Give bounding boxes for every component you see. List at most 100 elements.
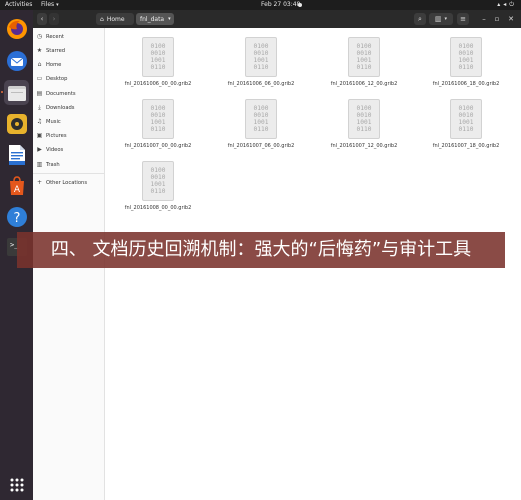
file-name: fnl_20161008_00_00.grib2 [124, 205, 192, 211]
binary-file-icon: 0100 0010 1001 0110 [142, 99, 174, 139]
sidebar-item-label: Desktop [46, 75, 68, 82]
power-icon: ⏻ [509, 1, 517, 8]
search-button[interactable]: ⌕ [414, 13, 426, 25]
file-name: fnl_20161006_12_00.grib2 [330, 81, 398, 87]
app-menu[interactable]: Files ▾ [41, 1, 59, 8]
svg-text:?: ? [13, 211, 20, 226]
chevron-down-icon: ▾ [56, 2, 59, 8]
search-icon: ⌕ [418, 14, 422, 23]
file-item[interactable]: 0100 0010 1001 0110 fnl_20161007_18_00.grib… [421, 90, 511, 150]
rhythmbox-icon [6, 113, 27, 134]
file-item[interactable]: 0100 0010 1001 0110 fnl_20161006_06_00.grib… [216, 28, 306, 88]
sidebar-item-videos[interactable]: ▶ Videos [33, 143, 104, 156]
home-icon: ⌂ [100, 15, 104, 23]
dock-firefox[interactable] [4, 16, 29, 41]
file-name: fnl_20161006_00_00.grib2 [124, 81, 192, 87]
downloads-icon: ⤓ [38, 103, 41, 111]
star-icon: ★ [36, 47, 43, 54]
sidebar-item-starred[interactable]: ★ Starred [33, 44, 104, 57]
clock[interactable]: Feb 27 03:48 [261, 1, 300, 8]
sidebar-item-pictures[interactable]: ▣ Pictures [33, 129, 104, 142]
sidebar-item-label: Other Locations [46, 179, 88, 186]
sidebar-item-label: Recent [46, 33, 64, 40]
breadcrumb-current-label: fnl_data [140, 15, 165, 23]
notification-dot-icon [298, 3, 302, 7]
file-item[interactable]: 0100 0010 1001 0110 fnl_20161006_00_00.grib… [113, 28, 203, 88]
menu-button[interactable]: ≡ [457, 13, 469, 25]
maximize-icon: ▫ [494, 15, 500, 23]
file-name: fnl_20161006_06_00.grib2 [227, 81, 295, 87]
system-menu[interactable]: ▴◂⏻ [497, 1, 517, 9]
sidebar-item-music[interactable]: ♫ Music [33, 115, 104, 128]
binary-file-icon: 0100 0010 1001 0110 [450, 99, 482, 139]
desktop-icon: ▭ [36, 75, 43, 82]
file-item[interactable]: 0100 0010 1001 0110 fnl_20161007_00_00.grib… [113, 90, 203, 150]
file-name: fnl_20161006_18_00.grib2 [432, 81, 500, 87]
svg-text:A: A [13, 185, 20, 195]
sidebar-item-label: Downloads [46, 104, 75, 111]
help-icon: ? [6, 206, 27, 227]
trash-icon: ▥ [36, 161, 43, 168]
ubuntu-software-icon: A [9, 175, 24, 195]
forward-button[interactable]: › [49, 13, 59, 25]
title-banner: 四、 文档历史回溯机制：强大的“后悔药”与审计工具 [17, 232, 505, 268]
plus-icon: + [36, 179, 43, 186]
sidebar-divider [33, 173, 104, 174]
top-bar: Activities Files ▾ Feb 27 03:48 ▴◂⏻ [0, 0, 521, 10]
videos-icon: ▶ [37, 146, 42, 153]
sidebar-item-label: Pictures [46, 132, 67, 139]
activities-button[interactable]: Activities [5, 1, 32, 8]
close-button[interactable]: ✕ [506, 14, 516, 24]
documents-icon: ▤ [36, 90, 43, 97]
binary-file-icon: 0100 0010 1001 0110 [245, 99, 277, 139]
breadcrumb-home[interactable]: ⌂ Home [96, 13, 134, 25]
dock-ubuntu-software[interactable]: A [4, 173, 29, 198]
file-item[interactable]: 0100 0010 1001 0110 fnl_20161008_00_00.grib… [113, 152, 203, 212]
file-item[interactable]: 0100 0010 1001 0110 fnl_20161007_12_00.grib… [319, 90, 409, 150]
breadcrumb-current[interactable]: fnl_data ▾ [136, 13, 174, 25]
sidebar-item-label: Documents [46, 90, 76, 97]
sidebar-item-desktop[interactable]: ▭ Desktop [33, 72, 104, 85]
chevron-right-icon: › [52, 15, 56, 23]
dock-rhythmbox[interactable] [4, 111, 29, 136]
file-name: fnl_20161007_06_00.grib2 [227, 143, 295, 149]
files-icon [7, 85, 26, 101]
sidebar-item-other-locations[interactable]: + Other Locations [33, 176, 104, 189]
dock-writer[interactable] [4, 142, 29, 167]
dock-files[interactable] [1, 80, 29, 105]
file-item[interactable]: 0100 0010 1001 0110 fnl_20161006_12_00.grib… [319, 28, 409, 88]
minimize-button[interactable]: – [479, 14, 489, 24]
dock-show-applications[interactable] [4, 472, 29, 497]
app-menu-label: Files [41, 1, 55, 8]
binary-file-icon: 0100 0010 1001 0110 [142, 37, 174, 77]
maximize-button[interactable]: ▫ [492, 14, 502, 24]
firefox-icon [6, 18, 27, 39]
binary-file-icon: 0100 0010 1001 0110 [245, 37, 277, 77]
view-toggle-button[interactable]: ▥ ▾ [429, 13, 453, 25]
file-item[interactable]: 0100 0010 1001 0110 fnl_20161007_06_00.grib… [216, 90, 306, 150]
file-name: fnl_20161007_00_00.grib2 [124, 143, 192, 149]
sidebar-item-recent[interactable]: ◷ Recent [33, 30, 104, 43]
sidebar-item-label: Home [46, 61, 62, 68]
thunderbird-icon [6, 50, 27, 71]
file-name: fnl_20161007_18_00.grib2 [432, 143, 500, 149]
dock-thunderbird[interactable] [4, 48, 29, 73]
sidebar-item-documents[interactable]: ▤ Documents [33, 87, 104, 100]
grid-view-icon: ▥ [434, 15, 442, 23]
back-button[interactable]: ‹ [37, 13, 47, 25]
close-icon: ✕ [508, 15, 514, 23]
chevron-down-icon: ▾ [444, 16, 448, 22]
sidebar-item-home[interactable]: ⌂ Home [33, 58, 104, 71]
sidebar-item-downloads[interactable]: ⤓ Downloads [33, 101, 104, 114]
sidebar-item-label: Videos [46, 146, 64, 153]
breadcrumb-home-label: Home [106, 15, 125, 23]
home-icon: ⌂ [37, 61, 42, 68]
recent-icon: ◷ [36, 33, 43, 40]
sidebar-item-trash[interactable]: ▥ Trash [33, 158, 104, 171]
file-item[interactable]: 0100 0010 1001 0110 fnl_20161006_18_00.grib… [421, 28, 511, 88]
binary-file-icon: 0100 0010 1001 0110 [450, 37, 482, 77]
binary-file-icon: 0100 0010 1001 0110 [348, 37, 380, 77]
binary-file-icon: 0100 0010 1001 0110 [348, 99, 380, 139]
dock-help[interactable]: ? [4, 204, 29, 229]
music-icon: ♫ [36, 118, 43, 125]
